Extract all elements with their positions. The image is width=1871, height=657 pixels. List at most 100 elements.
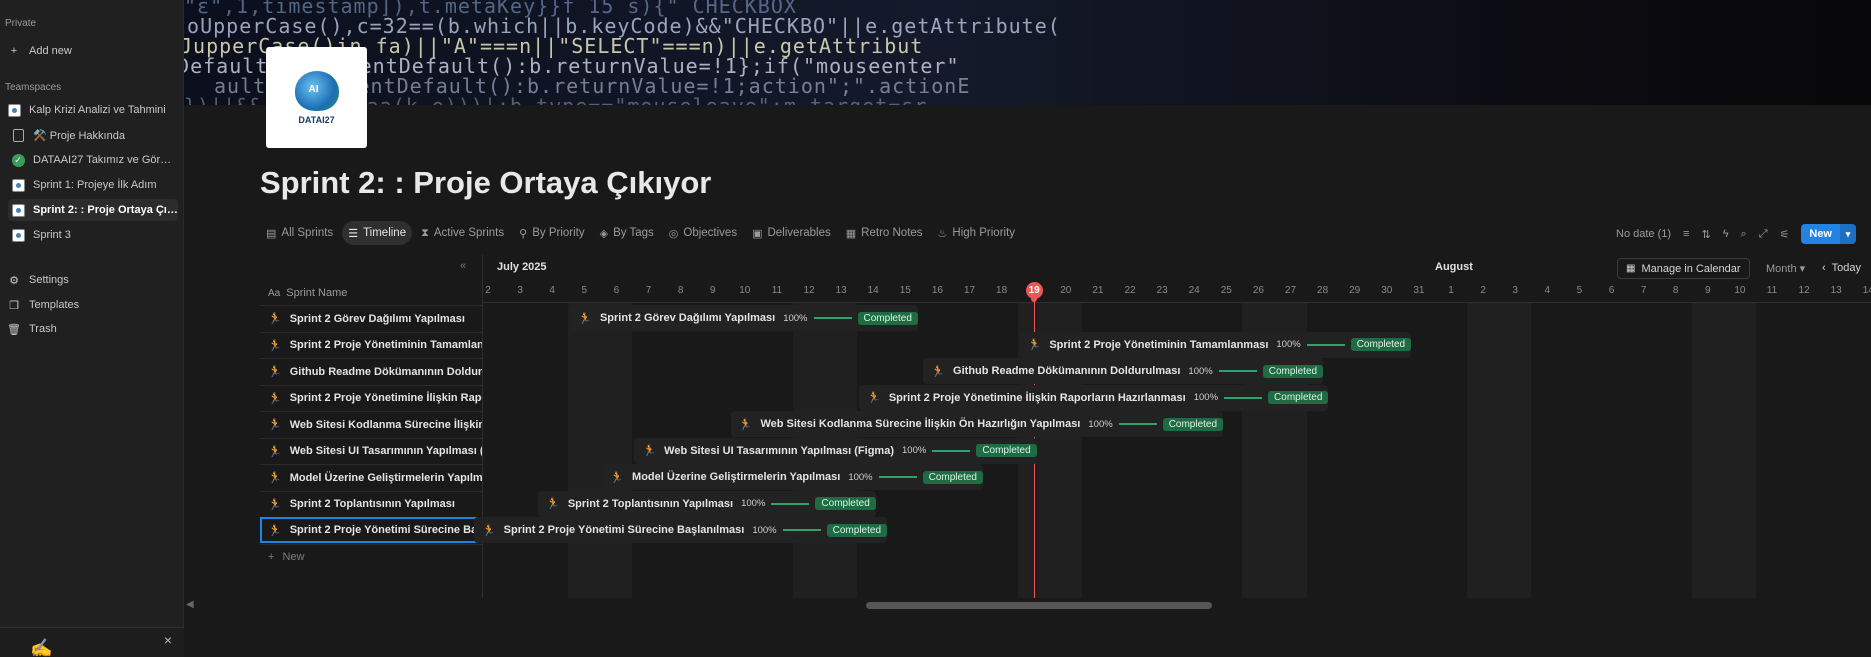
status-badge: Completed	[976, 444, 1037, 457]
page-logo[interactable]: AI DATAI27	[266, 47, 367, 148]
trash-button[interactable]: 🗑 Trash	[4, 318, 178, 340]
private-section-label: Private	[5, 18, 37, 29]
sort-icon[interactable]: ⇅	[1701, 228, 1710, 241]
table-row[interactable]: 🏃 Github Readme Dökümanının Doldurulması	[260, 358, 482, 384]
row-title: Sprint 2 Görev Dağılımı Yapılması	[289, 312, 465, 325]
weekend-column	[1691, 303, 1756, 598]
day-label: 26	[1252, 285, 1264, 296]
view-toolbar: No date (1) ≡ ⇅ ϟ ⌕ ⤢ ⚟ New ▾	[1616, 222, 1871, 246]
runner-icon: 🏃	[481, 524, 496, 537]
table-row[interactable]: 🏃 Sprint 2 Proje Yönetimi Sürecine Başlan…	[260, 517, 482, 543]
timeline-grid: July 2025 August 2 3 4 5 6 7 8 9 10 11 12 13 14 15 16 1…	[473, 255, 1871, 598]
settings-button[interactable]: ⚙ Settings	[4, 269, 178, 291]
no-date-button[interactable]: No date (1)	[1616, 228, 1671, 240]
table-row[interactable]: 🏃 Web Sitesi UI Tasarımının Yapılması (Fi…	[260, 437, 482, 464]
timeline-bar[interactable]: 🏃 Sprint 2 Proje Yönetiminin Tamamlanması…	[1019, 331, 1412, 358]
status-badge: Completed	[1268, 391, 1329, 404]
day-label: 23	[1156, 285, 1168, 296]
status-badge: Completed	[1162, 417, 1224, 431]
tab-timeline[interactable]: ☰ Timeline	[342, 221, 413, 245]
bar-title: Sprint 2 Proje Yönetimine İlişkin Raporl…	[888, 391, 1186, 404]
timeline-bar[interactable]: 🏃 Web Sitesi UI Tasarımının Yapılması (Fi…	[634, 437, 1037, 464]
sidebar-item-proje-hakkinda[interactable]: ⚒️ Proje Hakkında	[8, 124, 178, 146]
table-row[interactable]: 🏃 Sprint 2 Toplantısının Yapılması	[260, 490, 482, 517]
page-cover-image: "ε",1,timestamp]),t.metaKey}}f 15 s){" C…	[184, 0, 1871, 105]
search-icon[interactable]: ⌕	[1741, 228, 1747, 241]
page-title[interactable]: Sprint 2: : Proje Ortaya Çıkıyor	[260, 165, 711, 201]
check-circle-icon: ✓	[11, 153, 25, 167]
progress-text: 100%	[1188, 365, 1213, 377]
day-label: 9	[709, 285, 716, 296]
tab-objectives[interactable]: ◎ Objectives	[663, 221, 743, 245]
collapse-table-icon[interactable]: «	[460, 260, 466, 272]
table-row[interactable]: 🏃 Sprint 2 Görev Dağılımı Yapılması	[260, 305, 482, 331]
month-select[interactable]: Month ▾	[1766, 262, 1805, 275]
day-label: 3	[517, 285, 523, 296]
day-label: 25	[1220, 285, 1232, 296]
day-label: 12	[803, 285, 815, 296]
tab-retro-notes[interactable]: ▦ Retro Notes	[840, 221, 929, 245]
table-row[interactable]: 🏃 Sprint 2 Proje Yönetimine İlişkin Rapor…	[260, 384, 482, 411]
horizontal-scrollbar[interactable]	[866, 602, 1212, 609]
day-label: 13	[835, 285, 847, 296]
chevron-left-icon[interactable]: ‹	[1822, 262, 1826, 274]
tab-by-priority[interactable]: ⚲ By Priority	[513, 221, 590, 245]
timeline-bar[interactable]: 🏃 Model Üzerine Geliştirmelerin Yapılması…	[602, 464, 983, 490]
gear-icon: ⚙	[9, 274, 19, 287]
templates-button[interactable]: ❐ Templates	[4, 294, 178, 316]
sidebar-item-sprint-2[interactable]: Sprint 2: : Proje Ortaya Çı…	[8, 199, 178, 221]
table-row[interactable]: 🏃 Web Sitesi Kodlanma Sürecine İlişkin Ön…	[260, 411, 482, 437]
add-new-button[interactable]: + Add new	[4, 40, 178, 62]
month-label-july: July 2025	[497, 261, 547, 273]
day-label: 17	[963, 285, 976, 296]
sidebar-item-sprint-3[interactable]: Sprint 3	[8, 224, 178, 246]
sidebar-item-dataai27-takim[interactable]: ✓ DATAAI27 Takımız ve Gör…	[8, 149, 178, 171]
automation-icon[interactable]: ϟ	[1723, 228, 1729, 240]
row-title: Model Üzerine Geliştirmelerin Yapılması	[289, 471, 482, 484]
close-icon[interactable]: ×	[164, 632, 172, 648]
day-label: 31	[1413, 285, 1425, 296]
page-logo-icon	[7, 103, 21, 117]
sidebar-item-sprint-1[interactable]: Sprint 1: Projeye İlk Adım	[8, 174, 178, 196]
tab-all-sprints[interactable]: ▤ All Sprints	[260, 221, 339, 245]
tab-active-sprints[interactable]: ⧗ Active Sprints	[415, 221, 510, 245]
timeline-bar[interactable]: 🏃 Sprint 2 Toplantısının Yapılması 100% Com…	[538, 490, 876, 517]
today-button[interactable]: ‹ Today	[1822, 262, 1861, 274]
runner-icon: 🏃	[738, 418, 753, 431]
scroll-left-icon[interactable]: ◀	[186, 599, 194, 610]
timeline-bar[interactable]: 🏃 Sprint 2 Görev Dağılımı Yapılması 100% Co…	[570, 305, 918, 331]
status-badge: Completed	[815, 497, 876, 510]
expand-icon[interactable]: ⤢	[1759, 228, 1768, 241]
weekend-column	[568, 303, 633, 598]
tab-high-priority[interactable]: ♨ High Priority	[932, 221, 1022, 245]
add-row-button[interactable]: + New	[260, 544, 482, 568]
column-header-sprint-name[interactable]: Aa Sprint Name	[260, 283, 482, 303]
day-label: 11	[1766, 285, 1778, 296]
timeline-bar[interactable]: 🏃 Sprint 2 Proje Yönetimine İlişkin Rapor…	[859, 384, 1329, 411]
chevron-down-icon[interactable]: ▾	[1840, 224, 1856, 244]
manage-in-calendar-button[interactable]: ▦ Manage in Calendar	[1617, 258, 1750, 279]
tab-by-tags[interactable]: ◈ By Tags	[594, 221, 660, 245]
bar-title: Sprint 2 Proje Yönetimi Sürecine Başlanı…	[503, 524, 745, 536]
day-label: 1	[1448, 285, 1454, 296]
day-label: 4	[1544, 285, 1551, 296]
document-icon	[11, 128, 25, 142]
tab-deliverables[interactable]: ▣ Deliverables	[746, 221, 837, 245]
settings-sliders-icon[interactable]: ⚟	[1780, 228, 1790, 241]
filter-icon[interactable]: ≡	[1683, 228, 1689, 240]
status-badge: Completed	[826, 523, 887, 537]
new-button[interactable]: New ▾	[1801, 224, 1856, 244]
timeline-bar[interactable]: 🏃 Sprint 2 Proje Yönetimi Sürecine Başlan…	[473, 517, 887, 543]
timeline-bar[interactable]: 🏃 Web Sitesi Kodlanma Sürecine İlişkin Ön…	[730, 411, 1224, 437]
notes-icon: ▦	[845, 227, 857, 240]
plus-icon: +	[268, 550, 275, 563]
day-label: 7	[1640, 285, 1647, 296]
progress-text: 100%	[1276, 339, 1301, 350]
day-label: 5	[1576, 285, 1583, 296]
table-row[interactable]: 🏃 Model Üzerine Geliştirmelerin Yapılması	[260, 464, 482, 490]
timeline-bar[interactable]: 🏃 Github Readme Dökümanının Doldurulması 1…	[923, 358, 1324, 384]
sidebar-item-kalp-krizi[interactable]: Kalp Krizi Analizi ve Tahmini	[4, 99, 178, 121]
table-row[interactable]: 🏃 Sprint 2 Proje Yönetiminin Tamamlanması	[260, 331, 482, 358]
progress-bar	[813, 317, 852, 319]
day-label: 15	[899, 285, 911, 296]
